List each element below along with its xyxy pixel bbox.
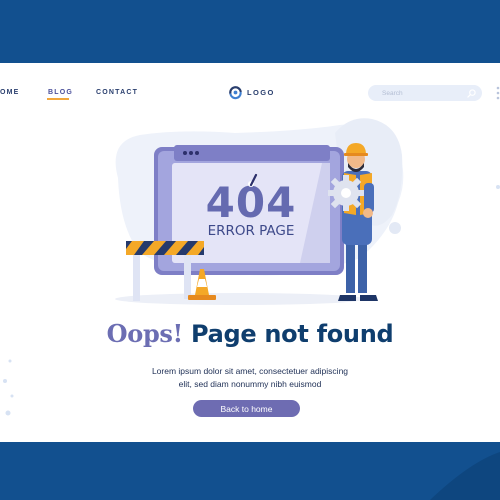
error-label: ERROR PAGE <box>208 223 295 239</box>
page-title: Oops! Page not found <box>0 319 500 348</box>
window-dot-icon <box>183 151 187 155</box>
window-dot-icon <box>189 151 193 155</box>
title-main: Page not found <box>190 320 394 348</box>
error-page: OME BLOG CONTACT LOGO Search 404 ERROR P… <box>0 63 500 442</box>
gear-icon <box>328 175 364 211</box>
title-accent: Oops! <box>106 319 184 348</box>
floor-shadow <box>115 293 365 305</box>
description: Lorem ipsum dolor sit amet, consectetuer… <box>120 365 380 391</box>
description-line: Lorem ipsum dolor sit amet, consectetuer… <box>151 366 349 376</box>
frame-bottom-wave <box>0 442 500 500</box>
window-dot-icon <box>195 151 199 155</box>
back-to-home-button[interactable]: Back to home <box>193 400 300 417</box>
description-line: elit, sed diam nonummy nibh euismod <box>178 379 322 389</box>
